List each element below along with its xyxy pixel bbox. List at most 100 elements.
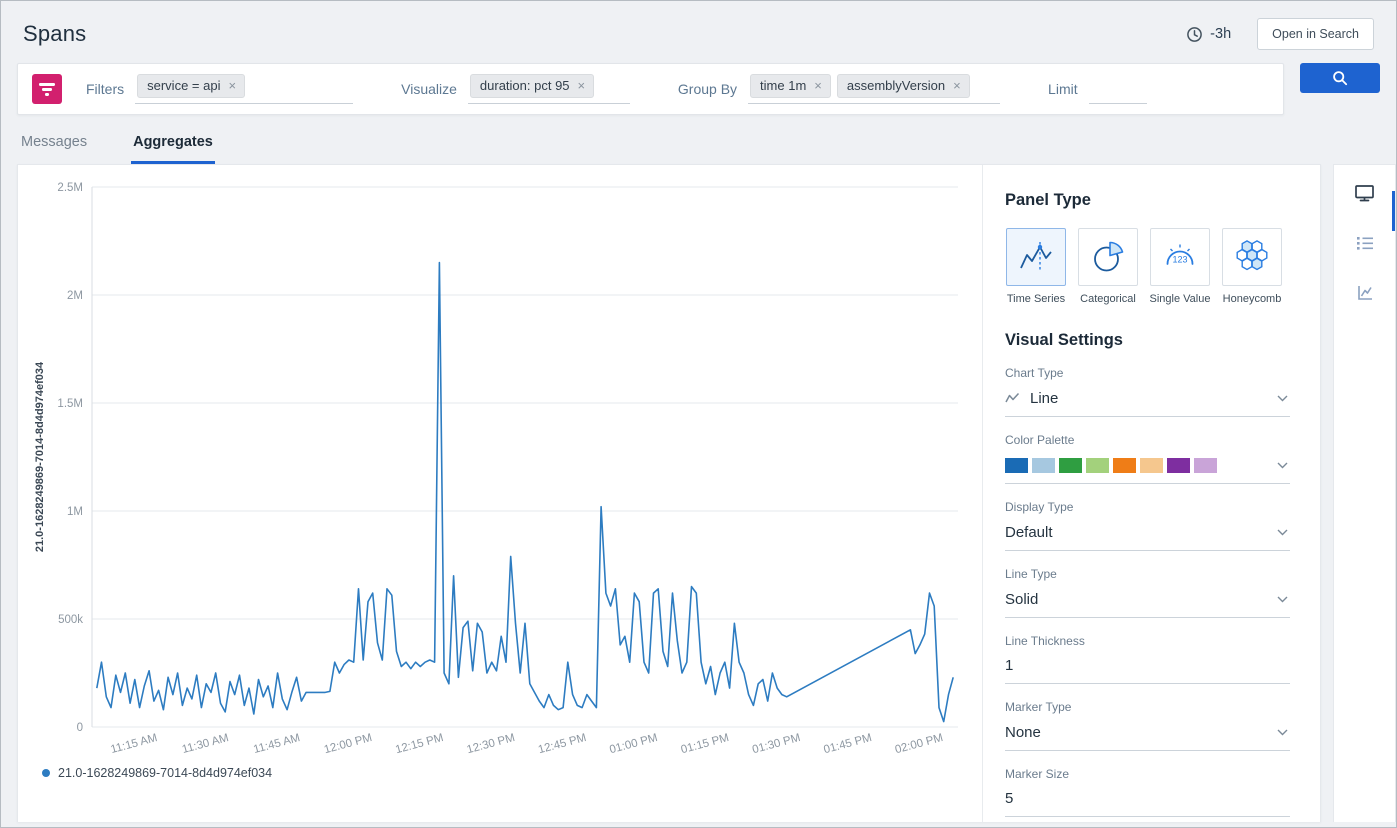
palette-swatch [1005, 458, 1028, 473]
group-by-chip[interactable]: assemblyVersion × [837, 74, 970, 98]
marker-size-field[interactable]: Marker Size 5 [1005, 767, 1290, 817]
chip-remove-icon[interactable]: × [814, 79, 822, 92]
panel-type-honeycomb[interactable]: Honeycomb [1221, 228, 1283, 305]
chart-axes-icon [1355, 283, 1375, 331]
line-chart-glyph-icon [1005, 392, 1020, 404]
tab-aggregates[interactable]: Aggregates [131, 123, 215, 164]
view-tabs: Messages Aggregates [19, 123, 1378, 164]
axes-settings-tab[interactable] [1334, 281, 1395, 331]
app-header: Spans -3h Open in Search [1, 1, 1396, 63]
categorical-pie-icon [1078, 228, 1138, 286]
line-thickness-field[interactable]: Line Thickness 1 [1005, 634, 1290, 684]
chip-remove-icon[interactable]: × [228, 79, 236, 92]
panel-type-title: Panel Type [1005, 191, 1290, 210]
query-card: Filters service = api × Visualize durati… [17, 63, 1284, 115]
timeseries-chart[interactable]: 0 500k 1M 1.5M 2M 2.5M 11:15 AM 11:30 AM 11:45 A… [28, 173, 976, 761]
svg-text:123: 123 [1172, 255, 1187, 265]
palette-swatch [1167, 458, 1190, 473]
legend-series-label: 21.0-1628249869-7014-8d4d974ef034 [58, 766, 272, 780]
limit-input[interactable] [1089, 74, 1147, 104]
chart-area: 0 500k 1M 1.5M 2M 2.5M 11:15 AM 11:30 AM 11:45 A… [18, 165, 982, 822]
palette-swatch [1140, 458, 1163, 473]
chevron-down-icon [1277, 389, 1288, 407]
x-tick-label: 11:30 AM [181, 732, 230, 756]
palette-swatch [1086, 458, 1109, 473]
color-palette-field[interactable]: Color Palette [1005, 433, 1290, 484]
filters-label: Filters [86, 81, 124, 97]
chevron-down-icon [1277, 456, 1288, 474]
filters-field: Filters service = api × [86, 74, 353, 104]
palette-swatch [1059, 458, 1082, 473]
panel-type-categorical[interactable]: Categorical [1077, 228, 1139, 305]
x-tick-label: 12:00 PM [323, 732, 374, 756]
marker-type-field[interactable]: Marker Type None [1005, 700, 1290, 751]
y-tick-label: 0 [77, 722, 83, 734]
chart-legend[interactable]: 21.0-1628249869-7014-8d4d974ef034 [42, 766, 978, 780]
palette-swatch [1032, 458, 1055, 473]
spans-page: Spans -3h Open in Search Filters service… [0, 0, 1397, 828]
honeycomb-icon [1222, 228, 1282, 286]
limit-label: Limit [1048, 81, 1078, 97]
panel-settings-sidebar: Panel Type Time Series [982, 165, 1320, 822]
chart-type-field[interactable]: Chart Type Line [1005, 366, 1290, 417]
group-by-field: Group By time 1m × assemblyVersion × [678, 74, 1000, 104]
legend-list-icon [1355, 233, 1375, 281]
display-type-field[interactable]: Display Type Default [1005, 500, 1290, 551]
time-range-control[interactable]: -3h [1186, 26, 1231, 43]
x-tick-label: 01:45 PM [822, 732, 873, 756]
page-title: Spans [23, 21, 86, 47]
palette-swatch [1194, 458, 1217, 473]
x-tick-label: 11:15 AM [109, 732, 158, 756]
visualize-input[interactable]: duration: pct 95 × [468, 74, 630, 104]
x-tick-label: 01:30 PM [751, 732, 802, 756]
query-bar: Filters service = api × Visualize durati… [17, 63, 1380, 115]
visualize-chip[interactable]: duration: pct 95 × [470, 74, 594, 98]
single-value-gauge-icon: 123 [1150, 228, 1210, 286]
chip-remove-icon[interactable]: × [578, 79, 586, 92]
legend-settings-tab[interactable] [1334, 231, 1395, 281]
limit-field: Limit [1048, 74, 1147, 104]
x-tick-label: 01:00 PM [608, 732, 659, 756]
y-axis-label: 21.0-1628249869-7014-8d4d974ef034 [34, 361, 46, 552]
search-button[interactable] [1300, 63, 1380, 93]
spans-query-icon [32, 74, 62, 104]
y-tick-label: 500k [58, 614, 83, 626]
filters-input[interactable]: service = api × [135, 74, 353, 104]
chevron-down-icon [1277, 523, 1288, 541]
right-icon-rail [1333, 164, 1396, 822]
line-type-field[interactable]: Line Type Solid [1005, 567, 1290, 618]
filter-chip[interactable]: service = api × [137, 74, 245, 98]
y-tick-label: 1.5M [57, 398, 83, 410]
y-tick-label: 1M [67, 506, 83, 518]
panel-type-picker: Time Series Categorical [1005, 228, 1290, 305]
x-tick-label: 12:15 PM [394, 732, 445, 756]
chevron-down-icon [1277, 723, 1288, 741]
visualize-field: Visualize duration: pct 95 × [401, 74, 630, 104]
legend-series-dot [42, 769, 50, 777]
visual-settings-title: Visual Settings [1005, 331, 1290, 350]
palette-swatch [1113, 458, 1136, 473]
active-tab-indicator [1392, 191, 1395, 231]
display-settings-tab[interactable] [1334, 181, 1395, 231]
tab-messages[interactable]: Messages [19, 123, 89, 164]
display-icon [1354, 183, 1375, 231]
group-by-chip[interactable]: time 1m × [750, 74, 831, 98]
open-in-search-button[interactable]: Open in Search [1257, 18, 1374, 50]
x-tick-label: 12:45 PM [537, 732, 588, 756]
clock-icon [1186, 26, 1203, 43]
visualize-label: Visualize [401, 81, 457, 97]
color-palette-swatches [1005, 458, 1217, 473]
x-tick-label: 11:45 AM [252, 732, 301, 756]
time-series-icon [1006, 228, 1066, 286]
y-tick-label: 2M [67, 290, 83, 302]
y-tick-label: 2.5M [57, 182, 83, 194]
aggregates-panel: 0 500k 1M 1.5M 2M 2.5M 11:15 AM 11:30 AM 11:45 A… [17, 164, 1321, 822]
panel-type-single-value[interactable]: 123 Single Value [1149, 228, 1211, 305]
group-by-input[interactable]: time 1m × assemblyVersion × [748, 74, 1000, 104]
chip-remove-icon[interactable]: × [953, 79, 961, 92]
chevron-down-icon [1277, 590, 1288, 608]
main-area: 0 500k 1M 1.5M 2M 2.5M 11:15 AM 11:30 AM 11:45 A… [17, 164, 1396, 822]
panel-type-time-series[interactable]: Time Series [1005, 228, 1067, 305]
x-tick-label: 01:15 PM [680, 732, 731, 756]
time-range-label: -3h [1210, 26, 1231, 42]
